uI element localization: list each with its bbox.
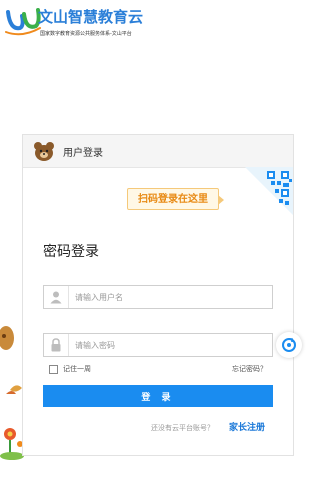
logo-title: 文山智慧教育云 <box>38 8 144 26</box>
bear-avatar-icon <box>34 142 54 161</box>
password-field[interactable] <box>43 333 273 357</box>
login-card: 用户登录 扫码登录在这里 密码登录 请输入用户名 记住一周 忘记密码？ 登 录 … <box>22 134 294 456</box>
site-logo[interactable]: 文山智慧教育云 国家数字教育资源公共服务体系-文山平台 <box>4 4 204 42</box>
login-card-header: 用户登录 <box>23 135 293 168</box>
checkbox-box[interactable] <box>49 364 58 374</box>
login-tab-title: 用户登录 <box>63 147 103 159</box>
username-input[interactable] <box>69 286 272 308</box>
parent-register-link[interactable]: 家长注册 <box>229 420 265 433</box>
user-icon <box>44 286 69 308</box>
lock-icon <box>44 334 69 356</box>
forgot-password-link[interactable]: 忘记密码？ <box>232 364 267 374</box>
logo-subtitle: 国家数字教育资源公共服务体系-文山平台 <box>40 31 132 37</box>
floating-refresh-button[interactable] <box>276 332 302 358</box>
scan-login-tip[interactable]: 扫码登录在这里 <box>127 188 224 210</box>
password-input[interactable] <box>69 334 272 356</box>
password-login-title: 密码登录 <box>43 244 99 260</box>
remember-week-checkbox[interactable]: 记住一周 <box>49 364 91 374</box>
qr-code-icon[interactable] <box>245 167 293 215</box>
no-account-text: 还没有云平台账号？ <box>151 424 214 432</box>
remember-label: 记住一周 <box>63 365 91 373</box>
login-button[interactable]: 登 录 <box>43 385 273 407</box>
refresh-float-icon <box>282 338 296 352</box>
username-field[interactable] <box>43 285 273 309</box>
